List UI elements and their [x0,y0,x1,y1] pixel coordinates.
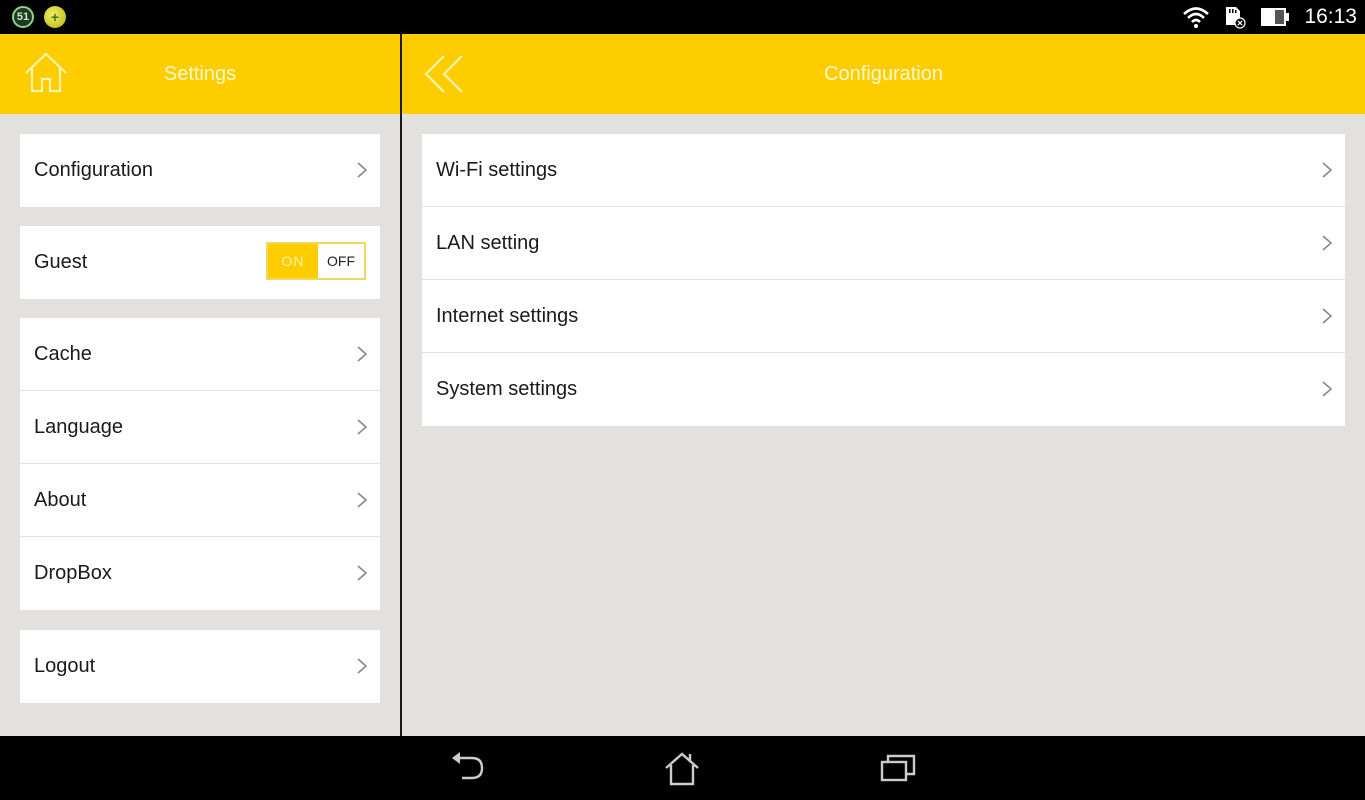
chevron-right-icon [357,492,368,508]
configuration-title: Configuration [824,63,943,85]
clock: 16:13 [1304,5,1357,28]
system-nav-bar [0,736,1365,800]
toggle-on-option[interactable]: ON [268,244,318,278]
system-icons: 16:13 [1182,4,1357,30]
chevron-right-icon [357,419,368,435]
menu-item-label: Cache [34,343,92,365]
home-icon[interactable] [662,750,702,786]
menu-item-label: About [34,489,87,511]
menu-item-internet-settings[interactable]: Internet settings [422,280,1345,353]
menu-item-lan-setting[interactable]: LAN setting [422,207,1345,280]
menu-item-label: DropBox [34,562,112,584]
app-window: Settings Configuration Guest ON OFF Cach… [0,34,1365,736]
settings-pane: Settings Configuration Guest ON OFF Cach… [0,34,400,736]
configuration-group: Configuration [20,134,380,207]
menu-item-label: Guest [34,251,88,273]
guest-toggle[interactable]: ON OFF [266,242,366,280]
game-ball-icon: + [44,6,66,28]
menu-item-label: Logout [34,655,96,677]
menu-item-label: LAN setting [436,232,540,254]
sd-card-error-icon [1226,7,1247,29]
back-icon[interactable] [448,750,488,786]
menu-item-label: Internet settings [436,305,579,327]
settings-title: Settings [163,63,237,85]
menu-item-language[interactable]: Language [20,391,380,464]
chevron-right-icon [357,162,368,178]
battery-icon [1261,8,1290,26]
chevron-right-icon [357,565,368,581]
menu-item-about[interactable]: About [20,464,380,537]
menu-item-system-settings[interactable]: System settings [422,353,1345,426]
general-group: Cache Language About DropBox [20,318,380,610]
chevron-right-icon [1322,162,1333,178]
menu-item-cache[interactable]: Cache [20,318,380,391]
toggle-off-option[interactable]: OFF [318,244,364,278]
configuration-pane: Configuration Wi-Fi settings LAN setting… [402,34,1365,736]
recent-apps-icon[interactable] [878,750,918,786]
configuration-list: Wi-Fi settings LAN setting Internet sett… [422,134,1345,426]
menu-item-label: System settings [436,378,578,400]
badge-51-icon: 51 [12,6,34,28]
settings-header: Settings [0,34,400,114]
menu-item-label: Wi-Fi settings [436,159,558,181]
chevron-right-icon [1322,308,1333,324]
wifi-icon [1183,7,1210,28]
status-bar: 51 + 16:13 [0,0,1365,34]
chevron-right-icon [1322,235,1333,251]
menu-item-wifi-settings[interactable]: Wi-Fi settings [422,134,1345,207]
logout-group: Logout [20,630,380,703]
chevron-right-icon [357,658,368,674]
menu-item-dropbox[interactable]: DropBox [20,537,380,610]
chevron-right-icon [1322,381,1333,397]
configuration-header: Configuration [402,34,1365,114]
menu-item-configuration[interactable]: Configuration [20,134,380,207]
menu-item-logout[interactable]: Logout [20,630,380,703]
chevron-right-icon [357,346,368,362]
menu-item-guest: Guest ON OFF [20,226,380,299]
guest-group: Guest ON OFF [20,226,380,299]
notification-icons: 51 + [12,6,66,28]
menu-item-label: Language [34,416,123,438]
menu-item-label: Configuration [34,159,153,181]
